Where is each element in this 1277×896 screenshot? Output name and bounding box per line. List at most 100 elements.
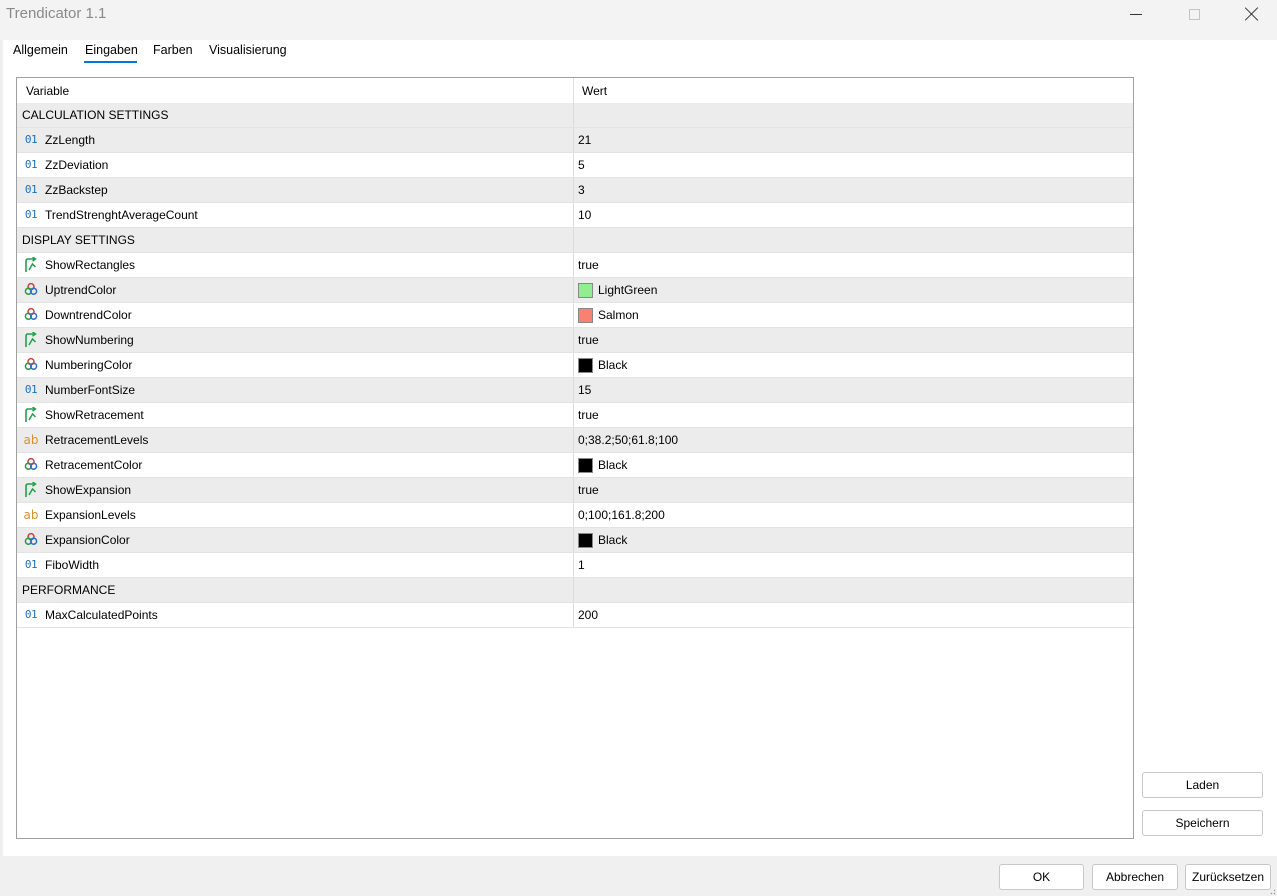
cell-divider [573,353,574,377]
string-icon: ab [23,508,39,522]
parameter-row[interactable]: 01 MaxCalculatedPoints 200 [17,603,1133,628]
color-icon [22,532,40,548]
parameter-value-cell[interactable]: LightGreen [578,278,657,302]
close-button[interactable] [1224,0,1277,28]
parameter-value-cell[interactable]: true [578,328,599,352]
color-swatch[interactable] [578,307,593,323]
integer-icon: 01 [24,133,38,146]
integer-icon: 01 [24,558,38,571]
tab-allgemein[interactable]: Allgemein [13,43,68,63]
parameter-row[interactable]: ShowRetracement true [17,403,1133,428]
parameter-row[interactable]: ShowRectangles true [17,253,1133,278]
integer-icon: 01 [24,383,38,396]
cell-divider [573,528,574,552]
resize-grip-icon[interactable] [1267,886,1276,895]
cancel-button[interactable]: Abbrechen [1092,864,1178,890]
parameter-value-cell[interactable]: 15 [578,378,591,402]
boolean-icon [22,407,40,423]
parameter-row[interactable]: NumberingColor Black [17,353,1133,378]
section-row[interactable]: DISPLAY SETTINGS [17,228,1133,253]
section-label: CALCULATION SETTINGS [22,108,169,122]
maximize-button[interactable] [1166,0,1222,28]
cell-divider [573,428,574,452]
parameter-value-cell[interactable]: 21 [578,128,591,152]
cell-divider [573,378,574,402]
tab-farben[interactable]: Farben [153,43,193,63]
parameter-name-cell: 01 ZzDeviation [22,153,108,177]
parameter-value-cell[interactable]: 0;100;161.8;200 [578,503,665,527]
parameter-value-cell[interactable]: 3 [578,178,585,202]
column-header-variable[interactable]: Variable [26,78,69,105]
parameter-row[interactable]: ShowNumbering true [17,328,1133,353]
color-swatch[interactable] [578,282,593,298]
parameter-row[interactable]: ab RetracementLevels 0;38.2;50;61.8;100 [17,428,1133,453]
parameter-value-cell[interactable]: 10 [578,203,591,227]
parameter-value-cell[interactable]: 5 [578,153,585,177]
cell-divider [573,553,574,577]
column-divider[interactable] [573,78,574,105]
parameter-name: ExpansionColor [45,533,130,547]
section-label: PERFORMANCE [22,583,116,597]
parameter-name-cell: ab RetracementLevels [22,428,149,452]
parameter-name-cell: ab ExpansionLevels [22,503,136,527]
parameter-row[interactable]: 01 NumberFontSize 15 [17,378,1133,403]
section-row[interactable]: PERFORMANCE [17,578,1133,603]
cell-divider [573,578,574,602]
parameter-value: 0;38.2;50;61.8;100 [578,433,679,447]
parameter-value-cell[interactable]: 200 [578,603,598,627]
cell-divider [573,478,574,502]
parameter-name-cell: DowntrendColor [22,303,132,327]
color-swatch[interactable] [578,357,593,373]
parameter-name: NumberingColor [45,358,133,372]
parameter-value-cell[interactable]: Black [578,353,627,377]
parameter-row[interactable]: UptrendColor LightGreen [17,278,1133,303]
parameter-value-cell[interactable]: Black [578,453,627,477]
parameter-value-cell[interactable]: true [578,403,599,427]
ok-button[interactable]: OK [999,864,1084,890]
parameter-name-cell: UptrendColor [22,278,116,302]
minimize-button[interactable] [1108,0,1164,28]
tab-eingaben[interactable]: Eingaben [85,43,138,63]
column-header-value[interactable]: Wert [582,78,607,105]
grid-header: Variable Wert [17,78,1133,105]
close-icon [1245,7,1259,21]
cell-divider [573,503,574,527]
parameter-row[interactable]: ab ExpansionLevels 0;100;161.8;200 [17,503,1133,528]
parameter-row[interactable]: 01 ZzDeviation 5 [17,153,1133,178]
parameter-value-cell[interactable]: Black [578,528,627,552]
color-swatch[interactable] [578,457,593,473]
parameter-value: true [578,483,599,497]
parameter-row[interactable]: 01 FiboWidth 1 [17,553,1133,578]
parameter-value: 200 [578,608,599,622]
parameter-value-cell[interactable]: true [578,253,599,277]
parameter-row[interactable]: ExpansionColor Black [17,528,1133,553]
tab-visualisierung[interactable]: Visualisierung [209,43,287,63]
string-icon: ab [23,433,39,447]
parameter-value-cell[interactable]: true [578,478,599,502]
parameter-value-cell[interactable]: 1 [578,553,585,577]
parameter-name: UptrendColor [45,283,117,297]
parameter-row[interactable]: DowntrendColor Salmon [17,303,1133,328]
parameter-row[interactable]: 01 TrendStrenghtAverageCount 10 [17,203,1133,228]
parameter-row[interactable]: 01 ZzBackstep 3 [17,178,1133,203]
reset-button[interactable]: Zurücksetzen [1185,864,1271,890]
parameter-name: ZzDeviation [45,158,109,172]
inputs-grid[interactable]: Variable Wert CALCULATION SETTINGS 01 ZzLe… [16,77,1134,839]
load-button[interactable]: Laden [1142,772,1263,798]
parameter-value: 5 [578,158,585,172]
parameter-value: Black [598,458,628,472]
section-row[interactable]: CALCULATION SETTINGS [17,103,1133,128]
parameter-row[interactable]: ShowExpansion true [17,478,1133,503]
parameter-row[interactable]: 01 ZzLength 21 [17,128,1133,153]
parameter-row[interactable]: RetracementColor Black [17,453,1133,478]
parameter-value: 3 [578,183,585,197]
boolean-icon [22,332,40,348]
parameter-value-cell[interactable]: Salmon [578,303,639,327]
parameter-name: NumberFontSize [45,383,136,397]
save-button[interactable]: Speichern [1142,810,1263,836]
parameter-value: 0;100;161.8;200 [578,508,665,522]
parameter-value: 1 [578,558,585,572]
parameter-value: Salmon [598,308,639,322]
parameter-value-cell[interactable]: 0;38.2;50;61.8;100 [578,428,678,452]
color-swatch[interactable] [578,532,593,548]
